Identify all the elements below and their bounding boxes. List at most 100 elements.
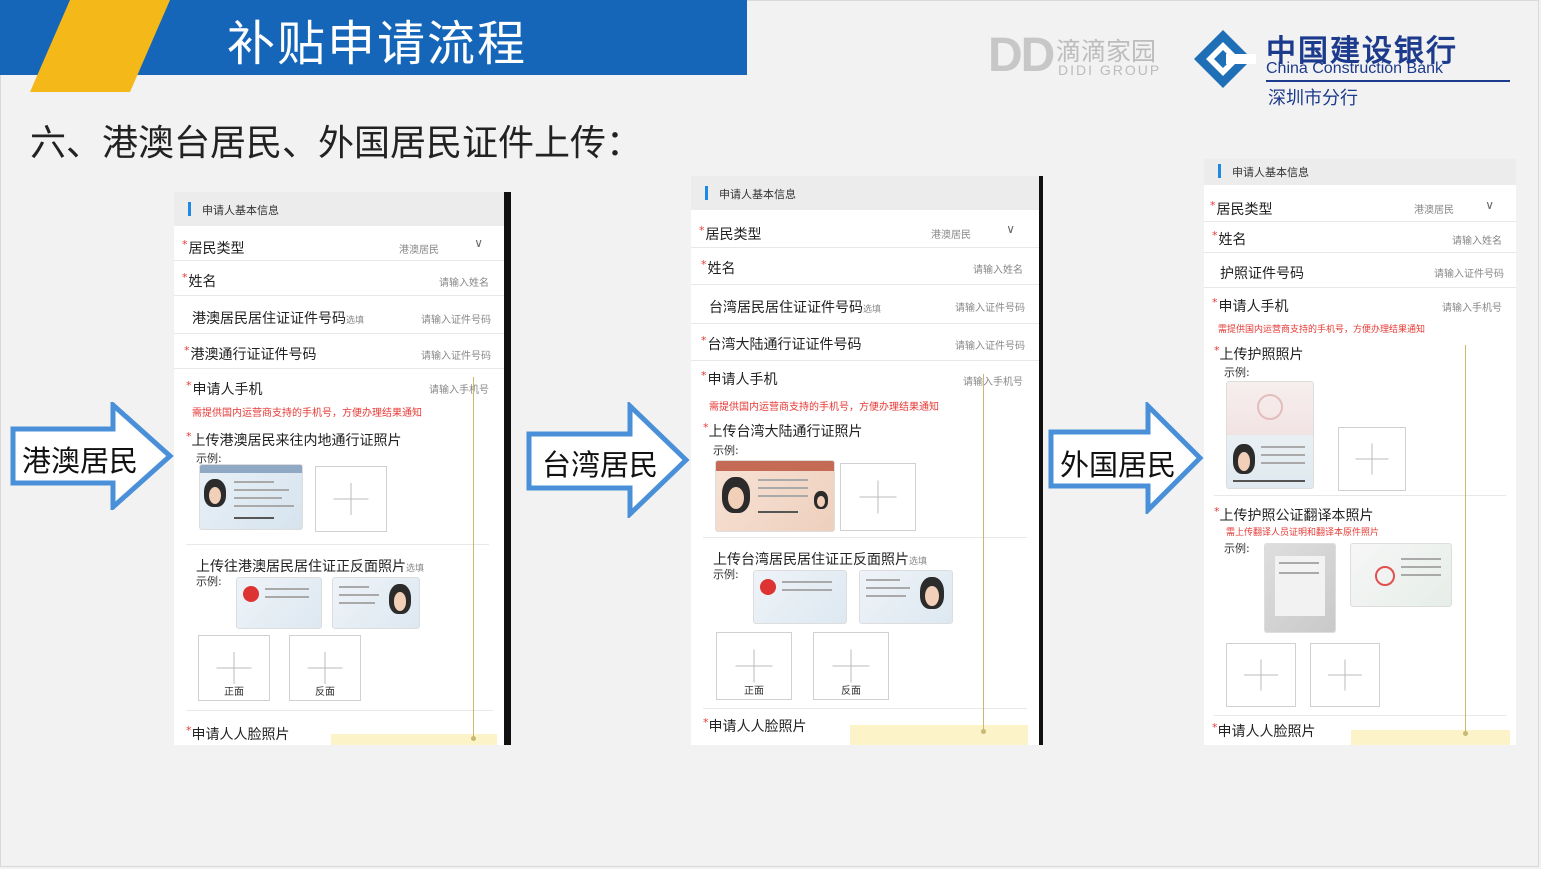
phone-field[interactable]: *申请人手机 请输入手机号 (691, 361, 1043, 395)
permit-placeholder: 请输入证件号码 (421, 315, 491, 326)
resident-type-label: 居民类型 (1216, 202, 1273, 218)
permit-label: 台湾居民居住证证件号码 (709, 300, 863, 316)
example-label: 示例: (1224, 542, 1250, 555)
upload-back-button[interactable]: 反面 (813, 632, 889, 700)
ccb-divider (1266, 80, 1510, 82)
section-header: 申请人基本信息 (691, 176, 1043, 210)
annotation-dot (981, 729, 986, 734)
hk-pass-number-field[interactable]: *港澳通行证证件号码 请输入证件号码 (174, 334, 511, 369)
ccb-logo: 中国建设银行 China Construction Bank 深圳市分行 (1190, 24, 1520, 114)
phone-label: 申请人手机 (192, 382, 263, 398)
phone-field[interactable]: *申请人手机 请输入手机号 (1204, 288, 1516, 318)
annotation-line (473, 377, 474, 737)
phone-hint: 需提供国内运营商支持的手机号，方便办理结果通知 (192, 408, 422, 419)
phone-placeholder: 请输入手机号 (429, 385, 489, 396)
name-field[interactable]: *姓名 请输入姓名 (1204, 222, 1516, 253)
form-panel-tw: 申请人基本信息 *居民类型 港澳居民 ∨ *姓名 请输入姓名 台湾居民居住证证件… (691, 176, 1043, 745)
sample-permit-front-image (236, 577, 322, 629)
upload-pass-label: *上传台湾大陆通行证照片 (703, 421, 863, 440)
upload-translation-button-2[interactable] (1310, 643, 1380, 707)
arrow-label-foreign: 外国居民 (1060, 448, 1177, 482)
divider (703, 708, 1027, 709)
ccb-branch: 深圳市分行 (1268, 88, 1358, 109)
highlight-bar (1351, 730, 1510, 745)
permit-placeholder: 请输入证件号码 (955, 303, 1025, 314)
arrow-label-tw: 台湾居民 (542, 448, 659, 482)
annotation-dot (1463, 731, 1468, 736)
tw-permit-number-field[interactable]: 台湾居民居住证证件号码选填 请输入证件号码 (691, 285, 1043, 324)
upload-front-button[interactable]: 正面 (198, 635, 270, 701)
phone-hint: 需提供国内运营商支持的手机号，方便办理结果通知 (709, 402, 939, 413)
sample-tw-pass-image (715, 460, 835, 532)
chevron-down-icon: ∨ (1485, 198, 1494, 212)
divider (186, 544, 489, 545)
chevron-down-icon: ∨ (1006, 222, 1015, 236)
resident-type-select[interactable]: *居民类型 港澳居民 ∨ (174, 228, 511, 261)
front-caption: 正面 (744, 686, 764, 697)
pass-label: 台湾大陆通行证证件号码 (707, 337, 862, 353)
back-caption: 反面 (841, 686, 861, 697)
panel-edge (504, 192, 511, 745)
annotation-line (983, 374, 984, 730)
upload-pass-button[interactable] (840, 463, 916, 531)
didi-en-name: DIDI GROUP (1058, 62, 1162, 78)
arrow-taiwan: 台湾居民 (526, 400, 690, 520)
annotation-dot (471, 736, 476, 741)
upload-pass-button[interactable] (315, 466, 387, 532)
hk-permit-number-field[interactable]: 港澳居民居住证证件号码选填 请输入证件号码 (174, 296, 511, 334)
phone-label: 申请人手机 (1218, 299, 1289, 315)
translation-hint: 需上传翻译人员证明和翻译本原件照片 (1226, 528, 1380, 538)
upload-translation-button-1[interactable] (1226, 643, 1296, 707)
example-label: 示例: (713, 568, 739, 581)
didi-mark: DD (988, 29, 1055, 82)
chevron-down-icon: ∨ (474, 236, 483, 250)
name-placeholder: 请输入姓名 (439, 278, 489, 289)
divider (186, 710, 493, 711)
resident-type-value: 港澳居民 (399, 245, 439, 256)
ccb-en-name: China Construction Bank (1266, 60, 1443, 77)
upload-pass-label: *上传港澳居民来往内地通行证照片 (186, 430, 402, 449)
sample-permit-back-image (332, 577, 420, 629)
sample-permit-front-image (753, 570, 847, 624)
arrow-label-hk: 港澳居民 (22, 444, 139, 478)
name-label: 姓名 (707, 261, 736, 277)
resident-type-value: 港澳居民 (931, 230, 971, 241)
passport-number-field[interactable]: 护照证件号码 请输入证件号码 (1204, 253, 1516, 288)
form-panel-hk: 申请人基本信息 *居民类型 港澳居民 ∨ *姓名 请输入姓名 港澳居民居住证证件… (174, 192, 511, 745)
upload-passport-button[interactable] (1338, 427, 1406, 491)
upload-permit-label: 上传台湾居民居住证正反面照片选填 (713, 552, 928, 568)
sample-permit-back-image (859, 570, 953, 624)
section-header: 申请人基本信息 (174, 192, 511, 226)
pass-placeholder: 请输入证件号码 (955, 341, 1025, 352)
example-label: 示例: (713, 444, 739, 457)
phone-placeholder: 请输入手机号 (1442, 303, 1502, 314)
name-field[interactable]: *姓名 请输入姓名 (174, 261, 511, 296)
section-header-label: 申请人基本信息 (202, 204, 279, 217)
upload-back-button[interactable]: 反面 (289, 635, 361, 701)
sample-passport-image (1226, 381, 1314, 489)
phone-label: 申请人手机 (707, 372, 778, 388)
upload-passport-label: *上传护照照片 (1214, 344, 1304, 363)
divider (703, 537, 1027, 538)
name-label: 姓名 (1218, 232, 1247, 248)
upload-front-button[interactable]: 正面 (716, 632, 792, 700)
name-field[interactable]: *姓名 请输入姓名 (691, 248, 1043, 285)
tw-pass-number-field[interactable]: *台湾大陆通行证证件号码 请输入证件号码 (691, 324, 1043, 361)
section-header-label: 申请人基本信息 (719, 188, 796, 201)
example-label: 示例: (1224, 366, 1250, 379)
section-title: 六、港澳台居民、外国居民证件上传： (30, 123, 643, 164)
face-photo-label: *申请人人脸照片 (186, 724, 290, 743)
form-panel-foreign: 申请人基本信息 *居民类型 港澳居民 ∨ *姓名 请输入姓名 护照证件号码 请输… (1204, 159, 1516, 745)
arrow-foreign: 外国居民 (1048, 399, 1204, 517)
front-caption: 正面 (224, 687, 244, 698)
resident-type-select[interactable]: *居民类型 港澳居民 ∨ (1204, 191, 1516, 222)
divider (1214, 495, 1506, 496)
arrow-hk-macao: 港澳居民 (10, 399, 174, 513)
divider (1214, 715, 1506, 716)
phone-field[interactable]: *申请人手机 请输入手机号 (174, 369, 511, 407)
sample-hk-pass-image (199, 464, 303, 530)
resident-type-select[interactable]: *居民类型 港澳居民 ∨ (691, 214, 1043, 248)
page-title: 补贴申请流程 (227, 16, 528, 72)
optional-tag: 选填 (863, 305, 882, 315)
resident-type-value: 港澳居民 (1414, 205, 1454, 216)
